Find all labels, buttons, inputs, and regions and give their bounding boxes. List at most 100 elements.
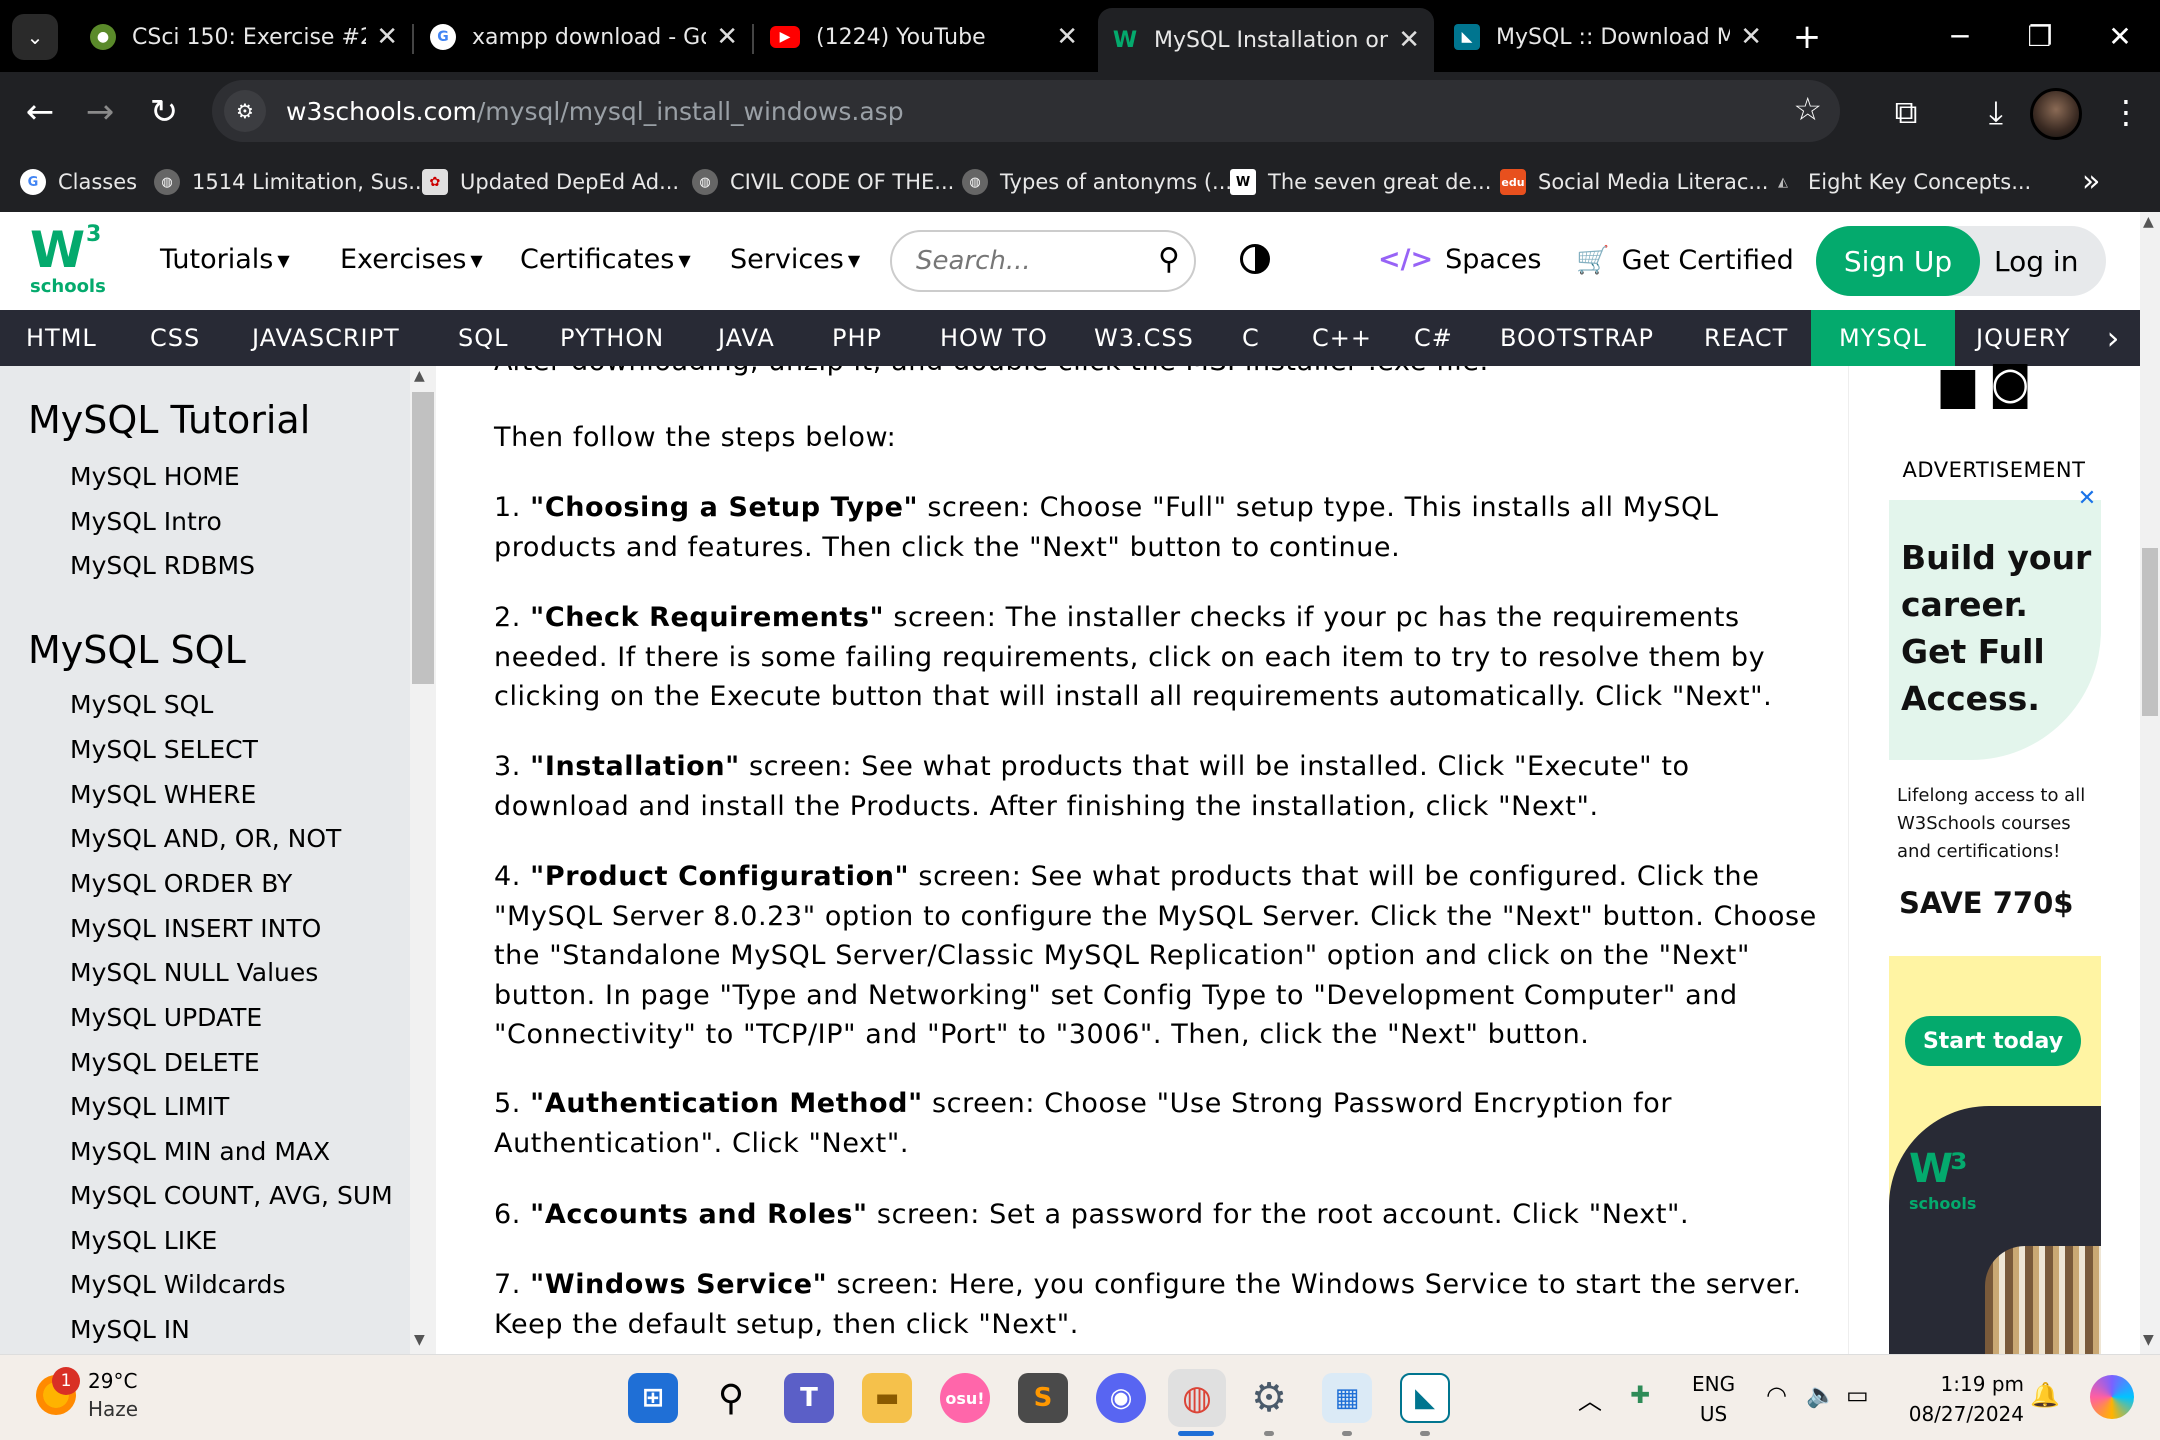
teams-icon[interactable]: T <box>784 1373 834 1423</box>
instagram-icon[interactable]: ◙ <box>1989 358 2032 409</box>
log-in-button[interactable]: Log in <box>1994 226 2078 296</box>
sublime-icon[interactable]: S <box>1018 1373 1068 1423</box>
chrome-icon[interactable]: ◍ <box>1168 1369 1226 1427</box>
forward-icon[interactable]: → <box>76 88 124 136</box>
spaces-link[interactable]: </> Spaces <box>1378 244 1541 275</box>
file-explorer-icon[interactable]: ▬ <box>862 1373 912 1423</box>
topic-python[interactable]: PYTHON <box>560 310 664 366</box>
tab-search-dropdown-icon[interactable]: ⌄ <box>12 14 58 60</box>
sidebar-item[interactable]: MySQL SQL <box>70 690 213 719</box>
page-scroll-thumb[interactable] <box>2142 548 2158 716</box>
nav-tutorials[interactable]: Tutorials ▼ <box>160 244 290 275</box>
tray-app-icon[interactable]: ✚ <box>1630 1381 1650 1409</box>
sidebar-item[interactable]: MySQL COUNT, AVG, SUM <box>70 1181 393 1210</box>
bookmark-item[interactable]: ◍ 1514 Limitation, Sus... <box>154 164 428 200</box>
sidebar-item[interactable]: MySQL Wildcards <box>70 1270 286 1299</box>
restore-icon[interactable]: ❐ <box>2010 12 2070 60</box>
language-indicator[interactable]: ENG US <box>1692 1369 1735 1429</box>
extensions-icon[interactable]: ⧉ <box>1880 86 1932 138</box>
ad-close-icon[interactable]: ✕ <box>2075 488 2099 512</box>
topic-w3css[interactable]: W3.CSS <box>1094 310 1194 366</box>
weather-temperature[interactable]: 29°C <box>88 1369 137 1393</box>
url-bar[interactable]: ⚙ w3schools.com/mysql/mysql_install_wind… <box>212 80 1840 142</box>
chevron-right-icon[interactable]: › <box>2086 310 2140 366</box>
topic-mysql[interactable]: MYSQL <box>1811 310 1955 366</box>
scroll-down-icon[interactable]: ▼ <box>2143 1332 2154 1348</box>
topic-java[interactable]: JAVA <box>718 310 775 366</box>
sidebar-item[interactable]: MySQL LIMIT <box>70 1092 229 1121</box>
scroll-down-icon[interactable]: ▼ <box>414 1332 425 1348</box>
page-scrollbar[interactable] <box>2140 212 2160 1354</box>
system-clock[interactable]: 1:19 pm 08/27/2024 <box>1888 1369 2024 1429</box>
close-icon[interactable]: ✕ <box>376 22 398 52</box>
bookmark-item[interactable]: edu Social Media Literac... <box>1500 164 1768 200</box>
search-input[interactable]: Search... ⚲ <box>890 230 1196 292</box>
dark-mode-toggle-icon[interactable] <box>1240 244 1270 274</box>
topic-c[interactable]: C <box>1242 310 1260 366</box>
site-info-icon[interactable]: ⚙ <box>224 90 266 132</box>
discord-icon[interactable]: ◉ <box>1096 1373 1146 1423</box>
more-bookmarks-icon[interactable]: » <box>2082 164 2100 199</box>
browser-tab-active[interactable]: W MySQL Installation on W ✕ <box>1098 8 1434 72</box>
nav-services[interactable]: Services ▼ <box>730 244 860 275</box>
topic-sql[interactable]: SQL <box>458 310 509 366</box>
volume-icon[interactable]: 🔈 <box>1806 1381 1836 1409</box>
reload-icon[interactable]: ↻ <box>140 88 188 136</box>
notifications-bell-icon[interactable]: 🔔 <box>2030 1381 2060 1409</box>
minimize-icon[interactable]: ─ <box>1930 12 1990 60</box>
sidebar-item[interactable]: MySQL INSERT INTO <box>70 914 321 943</box>
bookmark-item[interactable]: ◍ CIVIL CODE OF THE... <box>692 164 954 200</box>
back-icon[interactable]: ← <box>16 88 64 136</box>
sidebar-item[interactable]: MySQL SELECT <box>70 735 258 764</box>
wifi-icon[interactable]: ◠ <box>1766 1381 1787 1409</box>
sidebar-item[interactable]: MySQL RDBMS <box>70 551 255 580</box>
sidebar-item[interactable]: MySQL ORDER BY <box>70 869 292 898</box>
topic-bootstrap[interactable]: BOOTSTRAP <box>1500 310 1654 366</box>
advertisement-banner[interactable]: ✕ Build your career. Get Full Access. Li… <box>1889 486 2101 1354</box>
browser-tab[interactable]: ● CSci 150: Exercise #2: m ✕ <box>76 10 412 64</box>
sidebar-item[interactable]: MySQL Intro <box>70 507 222 536</box>
bookmark-item[interactable]: W The seven great de... <box>1230 164 1491 200</box>
nav-certificates[interactable]: Certificates ▼ <box>520 244 691 275</box>
profile-avatar[interactable] <box>2030 88 2082 140</box>
close-icon[interactable]: ✕ <box>716 22 738 52</box>
w3schools-logo[interactable]: W 3 schools <box>30 222 110 298</box>
new-tab-icon[interactable]: + <box>1784 14 1830 60</box>
sidebar-item[interactable]: MySQL WHERE <box>70 780 256 809</box>
facebook-icon[interactable]: ▆ <box>1941 358 1975 409</box>
sidebar-item[interactable]: MySQL IN <box>70 1315 190 1344</box>
topic-cpp[interactable]: C++ <box>1312 310 1372 366</box>
topic-javascript[interactable]: JAVASCRIPT <box>252 310 400 366</box>
sidebar-item[interactable]: MySQL AND, OR, NOT <box>70 824 341 853</box>
mysql-installer-icon[interactable]: ◣ <box>1400 1373 1450 1423</box>
browser-tab[interactable]: ◣ MySQL :: Download My ✕ <box>1440 10 1776 64</box>
close-icon[interactable]: ✕ <box>1398 25 1420 55</box>
nav-exercises[interactable]: Exercises ▼ <box>340 244 483 275</box>
sidebar-item[interactable]: MySQL MIN and MAX <box>70 1137 330 1166</box>
scroll-up-icon[interactable]: ▲ <box>2143 214 2154 230</box>
topic-html[interactable]: HTML <box>26 310 97 366</box>
weather-condition[interactable]: Haze <box>88 1397 138 1421</box>
sign-up-button[interactable]: Sign Up <box>1816 226 1980 296</box>
get-certified-link[interactable]: 🛒 Get Certified <box>1576 244 1794 276</box>
search-icon[interactable]: ⚲ <box>1158 242 1180 277</box>
browser-tab[interactable]: ▶ (1224) YouTube ✕ <box>756 10 1092 64</box>
sidebar-item[interactable]: MySQL HOME <box>70 462 240 491</box>
topic-how-to[interactable]: HOW TO <box>940 310 1048 366</box>
topic-csharp[interactable]: C# <box>1414 310 1453 366</box>
sidebar-item[interactable]: MySQL DELETE <box>70 1048 260 1077</box>
control-panel-icon[interactable]: ▦ <box>1322 1373 1372 1423</box>
url-text[interactable]: w3schools.com/mysql/mysql_install_window… <box>286 97 904 126</box>
topic-css[interactable]: CSS <box>150 310 200 366</box>
osu-icon[interactable]: osu! <box>940 1373 990 1423</box>
sidebar-item[interactable]: MySQL NULL Values <box>70 958 318 987</box>
show-hidden-icons-chevron-icon[interactable]: ︿ <box>1578 1381 1602 1416</box>
window-close-icon[interactable]: ✕ <box>2090 12 2150 60</box>
close-icon[interactable]: ✕ <box>1056 22 1078 52</box>
sidebar-item[interactable]: MySQL LIKE <box>70 1226 217 1255</box>
bookmark-item[interactable]: ✿ Updated DepEd Ad... <box>422 164 679 200</box>
start-icon[interactable]: ⊞ <box>628 1373 678 1423</box>
more-menu-icon[interactable]: ⋮ <box>2100 86 2152 138</box>
browser-tab[interactable]: G xampp download - Goo ✕ <box>416 10 752 64</box>
bookmark-star-icon[interactable]: ☆ <box>1793 90 1822 128</box>
